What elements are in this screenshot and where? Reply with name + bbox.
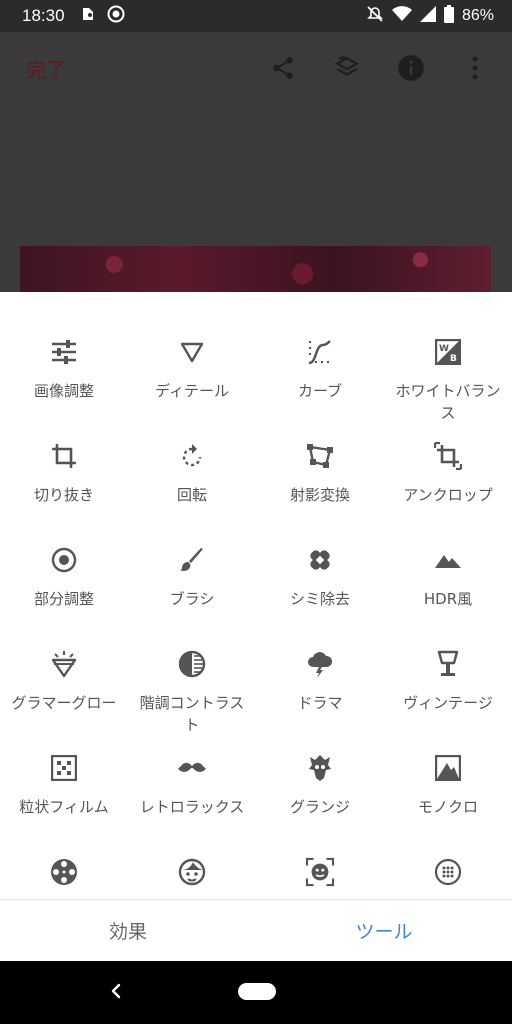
tool-label: レトロラックス xyxy=(139,798,245,816)
grunge-icon xyxy=(306,754,334,782)
tool-hdr[interactable]: HDR風 xyxy=(384,546,512,610)
healing-icon xyxy=(306,546,334,574)
tools-sheet: 画像調整 ディテール カーブ WB ホワイトバランス 切り抜き 回転 射影変換 … xyxy=(0,292,512,899)
tool-label: HDR風 xyxy=(423,590,473,608)
tool-label: 階調コントラスト xyxy=(139,694,245,734)
tool-glamour-glow[interactable]: グラマーグロー xyxy=(0,650,128,714)
tool-label: ディテール xyxy=(155,382,229,400)
editor-overlay[interactable]: 完了 xyxy=(0,32,512,292)
tool-selective[interactable]: 部分調整 xyxy=(0,546,128,610)
tab-tools[interactable]: ツール xyxy=(256,900,512,961)
history-icon[interactable] xyxy=(332,53,362,83)
tool-grunge[interactable]: グランジ xyxy=(256,754,384,818)
status-bar: 18:30 86% xyxy=(0,0,512,32)
mute-icon xyxy=(366,5,384,27)
glamour-icon xyxy=(50,650,78,678)
tool-healing[interactable]: シミ除去 xyxy=(256,546,384,610)
tool-rotate[interactable]: 回転 xyxy=(128,442,256,506)
face-frame-icon xyxy=(306,857,334,887)
white-balance-icon: WB xyxy=(434,338,462,366)
tool-crop[interactable]: 切り抜き xyxy=(0,442,128,506)
tool-brush[interactable]: ブラシ xyxy=(128,546,256,610)
tool-label: 粒状フィルム xyxy=(19,798,109,816)
tool-film-reel[interactable] xyxy=(0,858,128,899)
tool-label: 切り抜き xyxy=(33,486,94,504)
mustache-icon xyxy=(178,754,206,782)
hdr-icon xyxy=(434,546,462,574)
sync-icon xyxy=(107,5,125,27)
tool-drama[interactable]: ドラマ xyxy=(256,650,384,714)
tune-icon xyxy=(50,338,78,366)
battery-icon xyxy=(443,5,454,27)
film-reel-icon xyxy=(50,858,78,886)
tool-label: アンクロップ xyxy=(403,486,493,504)
crop-icon xyxy=(50,442,78,470)
tool-grainy-film[interactable]: 粒状フィルム xyxy=(0,754,128,818)
tool-label: 部分調整 xyxy=(33,590,94,608)
status-time: 18:30 xyxy=(22,6,65,25)
tool-label: ドラマ xyxy=(297,694,343,712)
tool-details[interactable]: ディテール xyxy=(128,338,256,402)
svg-text:B: B xyxy=(450,354,457,364)
info-icon[interactable] xyxy=(396,53,426,83)
app-bar: 完了 xyxy=(0,32,512,104)
expand-icon xyxy=(434,442,462,470)
tool-expand[interactable]: アンクロップ xyxy=(384,442,512,506)
tool-black-white[interactable]: モノクロ xyxy=(384,754,512,818)
navigation-bar xyxy=(0,961,512,1024)
tool-label: 画像調整 xyxy=(33,382,94,400)
wifi-icon xyxy=(391,6,412,26)
signal-icon xyxy=(419,6,436,26)
bw-icon xyxy=(434,754,462,782)
photo-preview xyxy=(20,246,491,292)
tonal-contrast-icon xyxy=(178,650,206,678)
tab-effects[interactable]: 効果 xyxy=(0,900,256,961)
tool-tonal-contrast[interactable]: 階調コントラスト xyxy=(128,650,256,736)
tool-label: グラマーグロー xyxy=(11,694,117,712)
home-pill[interactable] xyxy=(238,983,276,1000)
evernote-icon xyxy=(79,5,97,27)
tool-label: シミ除去 xyxy=(289,590,350,608)
battery-percent: 86% xyxy=(461,7,494,24)
grainy-film-icon xyxy=(50,754,78,782)
tool-face-pose[interactable] xyxy=(256,857,384,899)
more-vert-icon[interactable] xyxy=(460,53,490,83)
bottom-tabs: 効果 ツール xyxy=(0,899,512,961)
svg-text:W: W xyxy=(439,344,449,354)
vintage-icon xyxy=(434,650,462,678)
tool-vintage[interactable]: ヴィンテージ xyxy=(384,650,512,714)
tool-perspective[interactable]: 射影変換 xyxy=(256,442,384,506)
drama-icon xyxy=(306,650,334,678)
tool-label: ブラシ xyxy=(169,590,215,608)
face-icon xyxy=(178,858,206,886)
tool-label: ヴィンテージ xyxy=(403,694,493,712)
perspective-icon xyxy=(306,442,334,470)
tool-face-enhance[interactable] xyxy=(128,858,256,899)
tool-lens-blur[interactable] xyxy=(384,858,512,899)
curves-icon xyxy=(306,338,334,366)
dots-circle-icon xyxy=(434,858,462,886)
tool-label: 射影変換 xyxy=(289,486,350,504)
done-button[interactable]: 完了 xyxy=(26,54,66,83)
back-icon[interactable] xyxy=(104,979,128,1003)
selective-icon xyxy=(50,546,78,574)
tool-curves[interactable]: カーブ xyxy=(256,338,384,402)
share-icon[interactable] xyxy=(268,53,298,83)
tool-white-balance[interactable]: WB ホワイトバランス xyxy=(384,338,512,424)
tool-label: グランジ xyxy=(289,798,350,816)
tool-label: モノクロ xyxy=(417,798,478,816)
triangle-icon xyxy=(178,338,206,366)
rotate-icon xyxy=(178,442,206,470)
tool-tune-image[interactable]: 画像調整 xyxy=(0,338,128,402)
tool-label: ホワイトバランス xyxy=(395,382,501,422)
tool-label: 回転 xyxy=(176,486,207,504)
brush-icon xyxy=(178,546,206,574)
tool-label: カーブ xyxy=(297,382,343,400)
tool-retrolux[interactable]: レトロラックス xyxy=(128,754,256,818)
